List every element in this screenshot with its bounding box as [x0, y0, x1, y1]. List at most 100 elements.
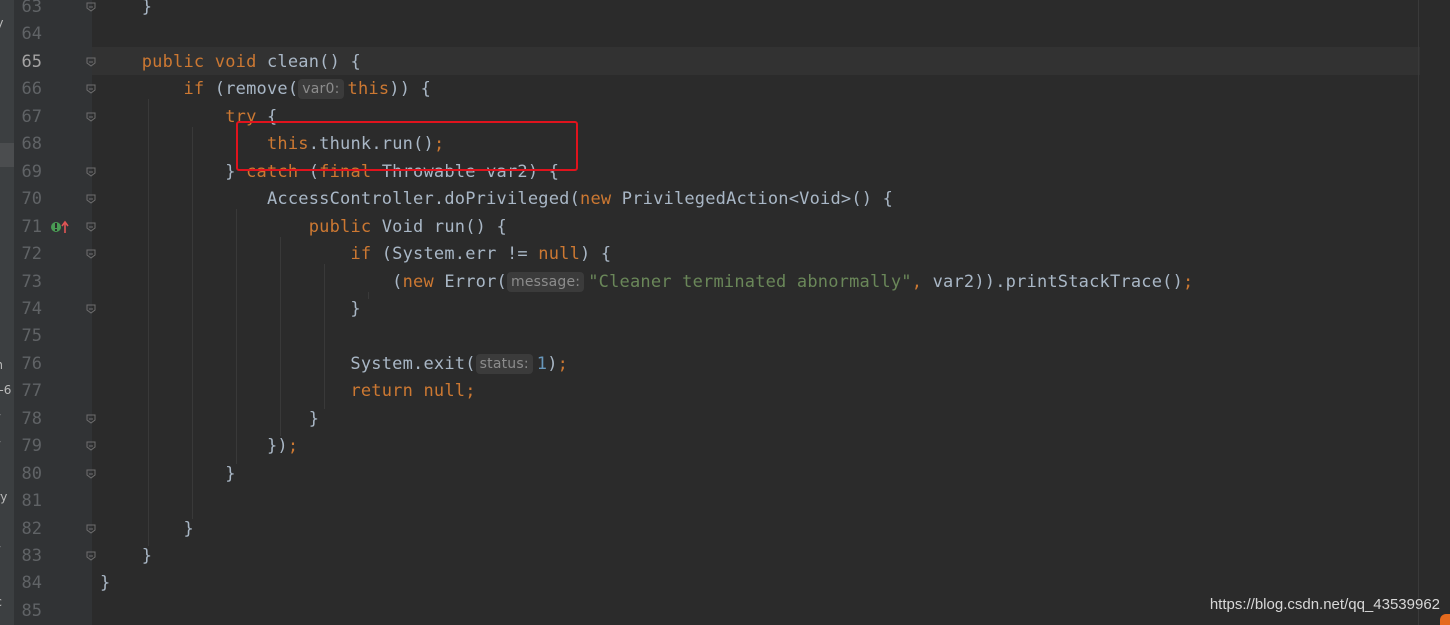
code-token: new: [580, 189, 622, 210]
project-panel-item[interactable]: ary: [0, 490, 14, 504]
fold-marker-icon[interactable]: [86, 249, 96, 259]
code-line[interactable]: }: [100, 295, 361, 323]
line-number[interactable]: 69: [14, 158, 42, 186]
code-line[interactable]: AccessController.doPrivileged(new Privil…: [100, 185, 893, 213]
code-token: }: [100, 573, 111, 594]
code-token: }: [100, 463, 236, 484]
line-number[interactable]: 64: [14, 20, 42, 48]
fold-marker-icon[interactable]: [86, 524, 96, 534]
code-line[interactable]: }: [100, 569, 110, 597]
code-token: if: [183, 79, 215, 100]
code-token: System.exit(: [100, 353, 476, 374]
line-number[interactable]: 68: [14, 130, 42, 158]
line-number[interactable]: 71: [14, 213, 42, 241]
line-number[interactable]: 67: [14, 103, 42, 131]
project-panel-item[interactable]: es: [0, 42, 14, 56]
fold-marker-icon[interactable]: [86, 112, 96, 122]
code-line[interactable]: if (System.err != null) {: [100, 240, 611, 268]
line-number[interactable]: 83: [14, 542, 42, 570]
line-number[interactable]: 82: [14, 515, 42, 543]
fold-marker-icon[interactable]: [86, 84, 96, 94]
project-panel-item[interactable]: ac: [0, 69, 14, 83]
code-line[interactable]: }: [100, 0, 152, 21]
code-line[interactable]: });: [100, 432, 298, 460]
project-panel-item[interactable]: My: [0, 16, 14, 30]
project-panel-item[interactable]: e-6: [0, 383, 14, 397]
code-line[interactable]: if (remove(var0: this)) {: [100, 75, 431, 103]
code-token: new: [402, 271, 445, 292]
project-panel-selection: [0, 143, 14, 167]
code-token: "Cleaner terminated abnormally": [588, 271, 912, 292]
right-margin-guide: [1418, 0, 1419, 625]
project-panel-item[interactable]: or: [0, 437, 14, 451]
code-token: public void: [141, 51, 267, 72]
code-token: AccessController.doPrivileged(: [100, 189, 581, 210]
fold-marker-icon[interactable]: [86, 441, 96, 451]
implements-override-icon[interactable]: [50, 219, 74, 235]
code-line[interactable]: }: [100, 460, 236, 488]
line-number[interactable]: 77: [14, 377, 42, 405]
code-line[interactable]: public void clean() {: [100, 48, 361, 76]
line-number[interactable]: 80: [14, 460, 42, 488]
project-panel-item[interactable]: or: [0, 410, 14, 424]
fold-marker-icon[interactable]: [86, 57, 96, 67]
fold-marker-icon[interactable]: [86, 551, 96, 561]
project-panel-item[interactable]: oc: [0, 595, 14, 609]
code-line[interactable]: }: [100, 405, 319, 433]
project-panel-item[interactable]: ra: [0, 463, 14, 477]
fold-marker-icon[interactable]: [86, 414, 96, 424]
fold-marker-icon[interactable]: [86, 469, 96, 479]
code-token: }: [100, 298, 361, 319]
code-line[interactable]: }: [100, 542, 152, 570]
line-number[interactable]: 74: [14, 295, 42, 323]
fold-marker-icon[interactable]: [86, 194, 96, 204]
project-panel-item[interactable]: ra: [0, 516, 14, 530]
line-number[interactable]: 65: [14, 48, 42, 76]
code-token: Error(: [444, 271, 507, 292]
fold-marker-icon[interactable]: [86, 304, 96, 314]
fold-marker-icon[interactable]: [86, 167, 96, 177]
code-line[interactable]: }: [100, 515, 194, 543]
line-number[interactable]: 63: [14, 0, 42, 21]
watermark-text: https://blog.csdn.net/qq_43539962: [1209, 596, 1440, 613]
project-panel-item[interactable]: ar: [0, 542, 14, 556]
code-token: Void run() {: [381, 216, 507, 237]
line-number[interactable]: 73: [14, 268, 42, 296]
code-token: 1: [536, 353, 548, 374]
fold-marker-icon[interactable]: [86, 2, 96, 12]
parameter-hint: var0:: [298, 79, 344, 100]
code-token: }: [100, 408, 320, 429]
code-token: }: [100, 546, 153, 566]
line-number[interactable]: 81: [14, 487, 42, 515]
line-number[interactable]: 70: [14, 185, 42, 213]
line-number[interactable]: 72: [14, 240, 42, 268]
line-number[interactable]: 79: [14, 432, 42, 460]
line-number[interactable]: 76: [14, 350, 42, 378]
project-panel-edge[interactable]: My es ac an e-6 or or ra ary ra ar rc oc: [0, 0, 14, 625]
code-token: (: [100, 271, 403, 292]
code-token: }: [100, 0, 153, 17]
line-number[interactable]: 78: [14, 405, 42, 433]
code-token: null: [538, 244, 581, 265]
code-token: ;: [557, 353, 569, 374]
code-line[interactable]: public Void run() {: [100, 213, 507, 241]
code-token: }): [100, 436, 288, 457]
project-panel-item[interactable]: an: [0, 358, 14, 372]
parameter-hint: status:: [475, 353, 533, 374]
code-line[interactable]: System.exit(status: 1);: [100, 350, 568, 378]
fold-marker-icon[interactable]: [86, 222, 96, 232]
code-line[interactable]: (new Error(message: "Cleaner terminated a…: [100, 268, 1193, 296]
line-number[interactable]: 66: [14, 75, 42, 103]
code-token: )) {: [389, 79, 432, 100]
project-panel-item[interactable]: rc: [0, 569, 14, 583]
line-number[interactable]: 75: [14, 322, 42, 350]
code-token: (remove(: [214, 79, 299, 100]
line-number[interactable]: 85: [14, 597, 42, 625]
code-token: ): [547, 353, 558, 374]
line-number[interactable]: 84: [14, 569, 42, 597]
code-line[interactable]: return null;: [100, 377, 476, 405]
